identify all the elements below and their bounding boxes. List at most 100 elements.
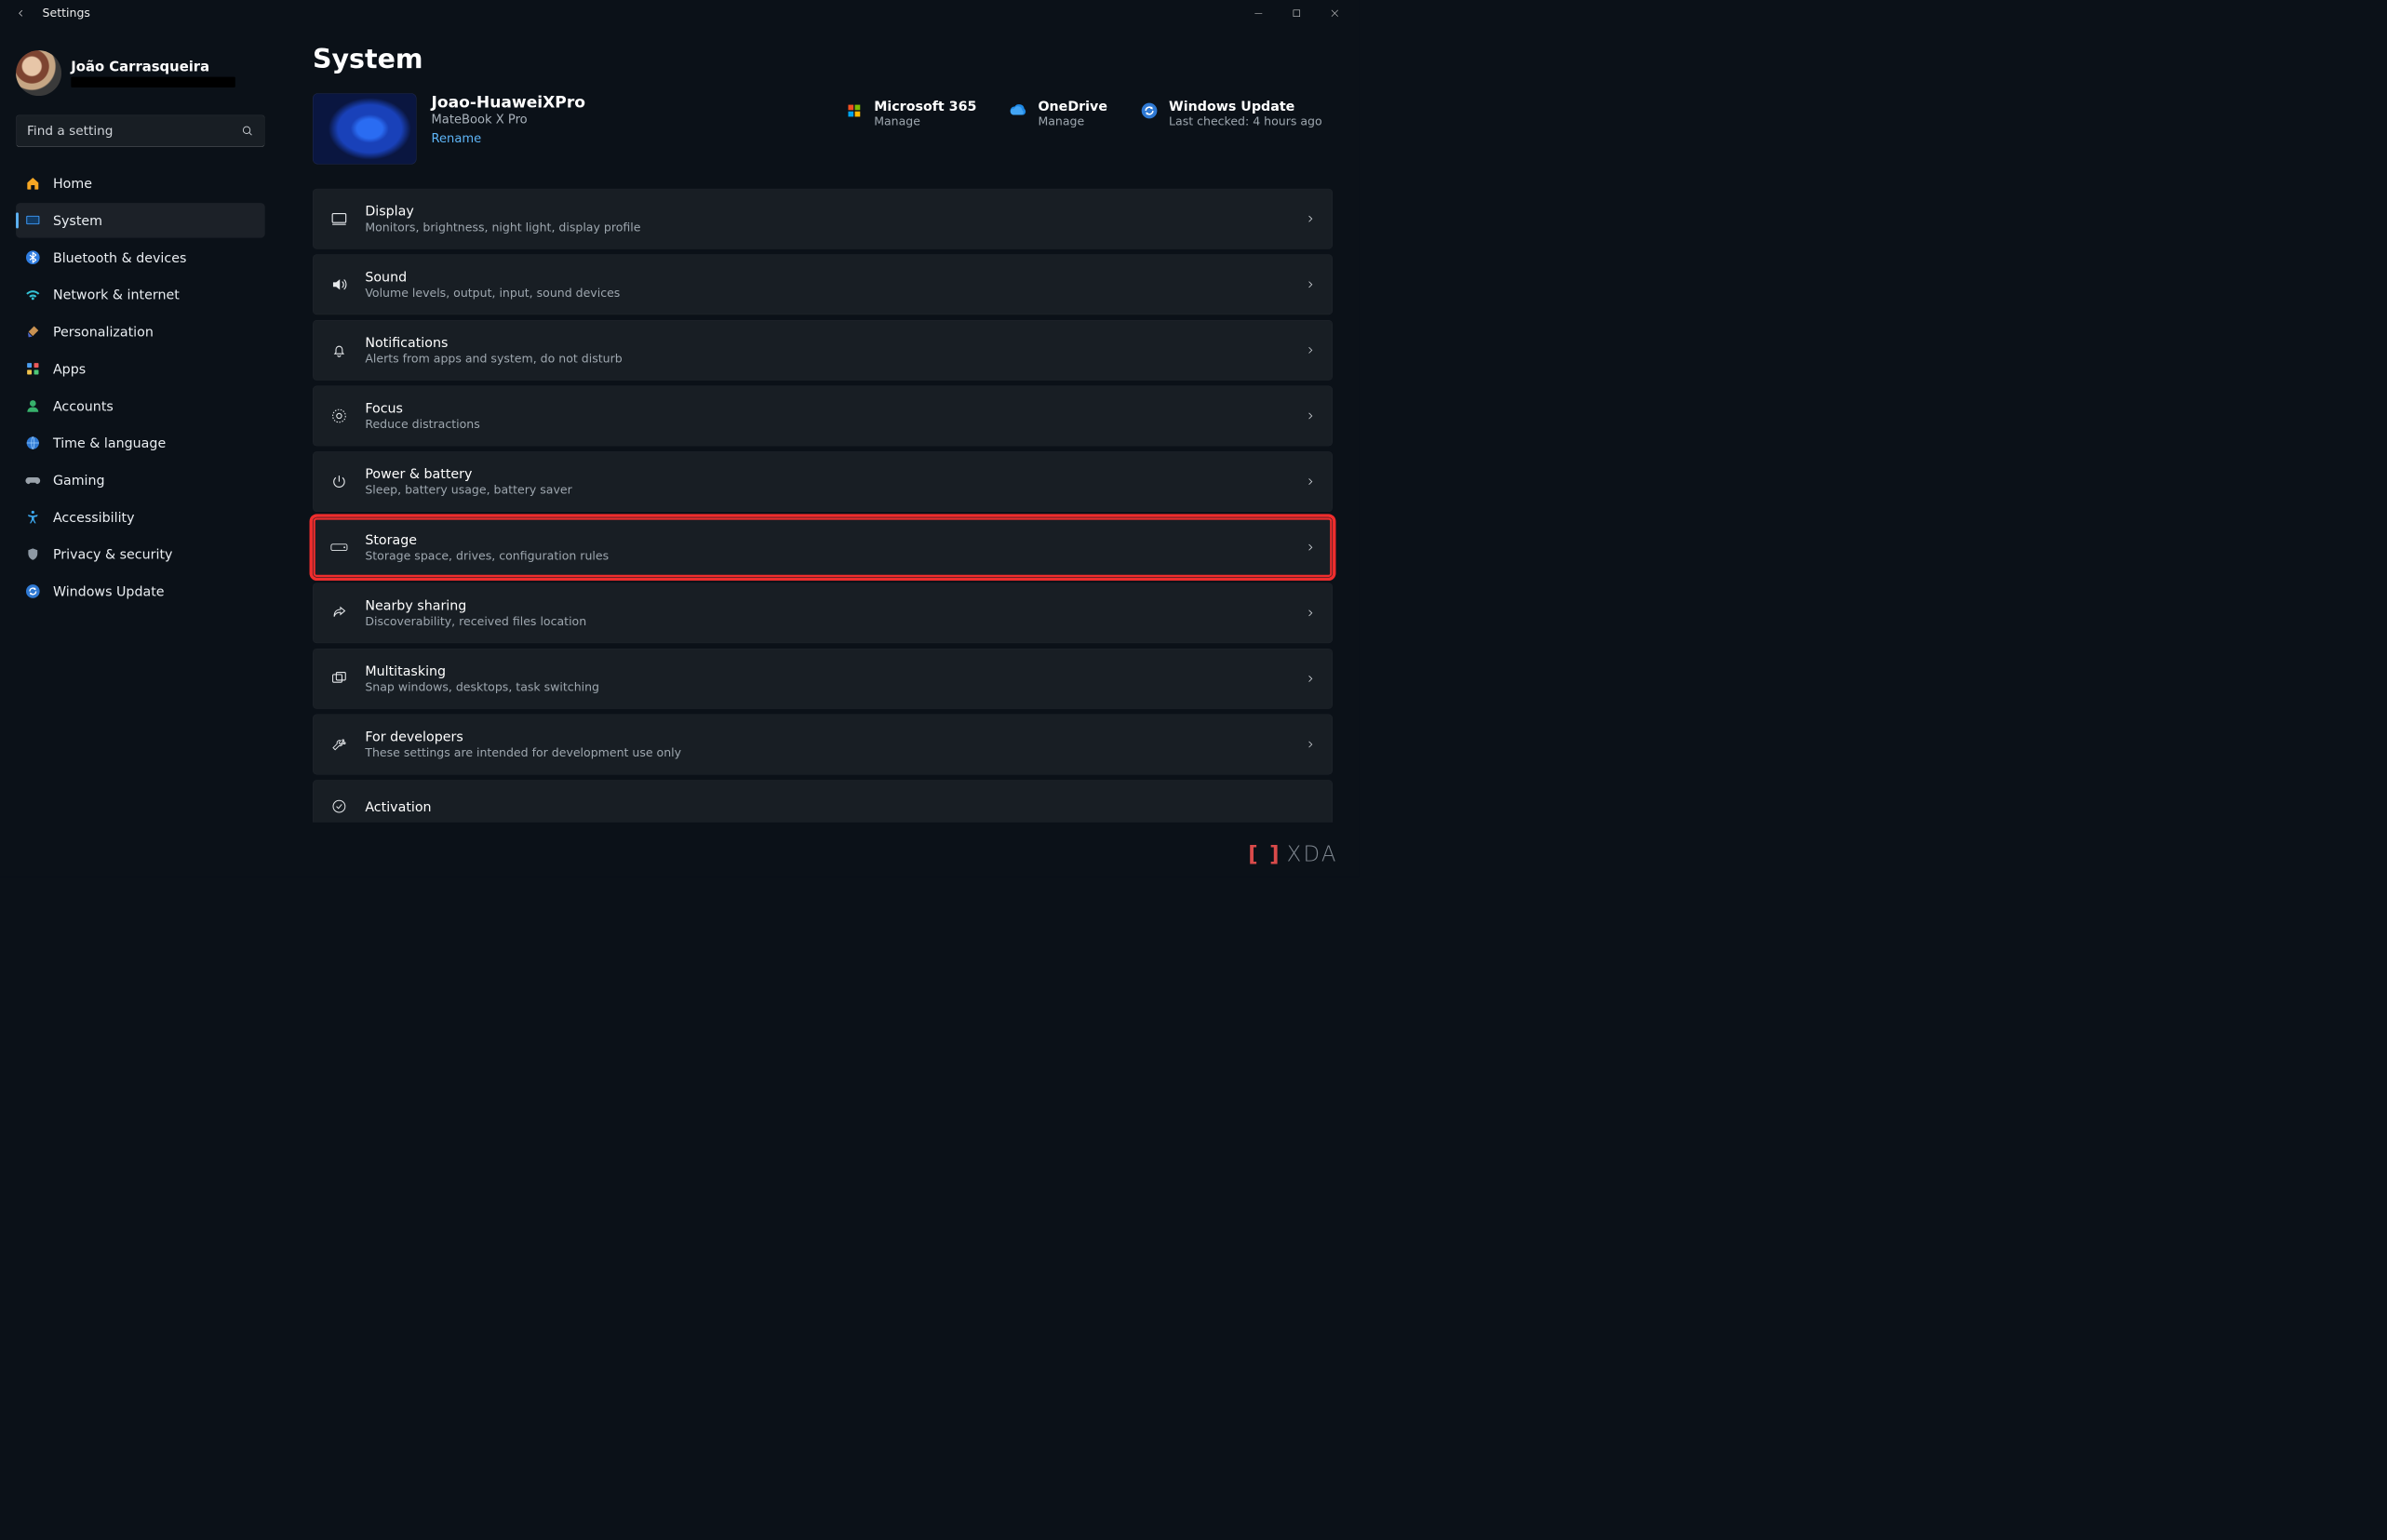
user-email-redacted: [71, 77, 235, 87]
row-desc: Snap windows, desktops, task switching: [365, 681, 1305, 694]
sidebar-item-label: Apps: [53, 361, 86, 377]
pc-wallpaper-thumb: [313, 93, 417, 164]
row-title: Sound: [365, 269, 1305, 285]
setting-row-focus[interactable]: Focus Reduce distractions: [313, 386, 1333, 447]
row-desc: Sleep, battery usage, battery saver: [365, 484, 1305, 497]
row-title: Multitasking: [365, 663, 1305, 679]
close-button[interactable]: [1316, 0, 1354, 26]
accessibility-icon: [24, 509, 41, 526]
chevron-right-icon: [1305, 475, 1317, 488]
sidebar-item-label: Network & internet: [53, 287, 180, 302]
row-title: Focus: [365, 400, 1305, 416]
display-icon: [329, 208, 350, 229]
row-desc: Volume levels, output, input, sound devi…: [365, 287, 1305, 300]
chevron-right-icon: [1305, 344, 1317, 356]
chevron-right-icon: [1305, 213, 1317, 225]
sidebar-item-privacy[interactable]: Privacy & security: [16, 537, 265, 572]
user-block[interactable]: João Carrasqueira: [16, 50, 265, 96]
nav: Home System Bluetooth & devices Network …: [16, 166, 265, 609]
windows-update-icon: [1139, 100, 1160, 121]
search-input[interactable]: [27, 124, 241, 139]
user-name: João Carrasqueira: [71, 59, 235, 74]
maximize-icon: [1293, 9, 1301, 18]
pc-info: Joao-HuaweiXPro MateBook X Pro Rename: [431, 93, 584, 145]
row-title: Power & battery: [365, 466, 1305, 482]
rename-link[interactable]: Rename: [431, 132, 481, 146]
sidebar-item-label: Home: [53, 176, 92, 192]
sidebar-item-network[interactable]: Network & internet: [16, 277, 265, 313]
setting-row-activation[interactable]: Activation: [313, 780, 1333, 823]
row-desc: Monitors, brightness, night light, displ…: [365, 221, 1305, 234]
pc-model: MateBook X Pro: [431, 113, 584, 127]
arrow-left-icon: [16, 7, 28, 20]
update-icon: [24, 583, 41, 599]
back-button[interactable]: [10, 3, 32, 24]
onedrive-icon: [1009, 100, 1029, 121]
power-icon: [329, 472, 350, 492]
quick-card-sub: Manage: [1038, 115, 1107, 128]
sidebar-item-system[interactable]: System: [16, 203, 265, 238]
sidebar-item-accounts[interactable]: Accounts: [16, 388, 265, 423]
sidebar-item-label: Accessibility: [53, 509, 135, 525]
globe-clock-icon: [24, 435, 41, 451]
maximize-button[interactable]: [1278, 0, 1316, 26]
setting-row-notifications[interactable]: NotificationsAlerts from apps and system…: [313, 320, 1333, 381]
quick-card-onedrive[interactable]: OneDriveManage: [1009, 99, 1107, 128]
row-desc: Reduce distractions: [365, 418, 1305, 431]
quick-card-m365[interactable]: Microsoft 365Manage: [844, 99, 976, 128]
row-title: Activation: [365, 798, 1316, 814]
sidebar-item-personalization[interactable]: Personalization: [16, 315, 265, 350]
focus-icon: [329, 406, 350, 426]
gamepad-icon: [24, 472, 41, 489]
sidebar-item-apps[interactable]: Apps: [16, 352, 265, 387]
share-icon: [329, 603, 350, 623]
check-circle-icon: [329, 797, 350, 817]
row-desc: Storage space, drives, configuration rul…: [365, 549, 1305, 562]
row-desc: Discoverability, received files location: [365, 615, 1305, 628]
sidebar-item-label: Personalization: [53, 324, 154, 340]
setting-row-sound[interactable]: Sound Volume levels, output, input, sound…: [313, 254, 1333, 315]
setting-row-nearby-sharing[interactable]: Nearby sharingDiscoverability, received …: [313, 583, 1333, 643]
window-title: Settings: [43, 7, 90, 20]
sidebar-item-accessibility[interactable]: Accessibility: [16, 500, 265, 535]
wifi-icon: [24, 286, 41, 302]
shield-icon: [24, 545, 41, 562]
quick-card-title: Microsoft 365: [874, 99, 976, 114]
setting-row-storage[interactable]: StorageStorage space, drives, configurat…: [313, 517, 1333, 578]
sidebar-item-label: Gaming: [53, 473, 105, 489]
quick-card-windows-update[interactable]: Windows UpdateLast checked: 4 hours ago: [1139, 99, 1321, 128]
user-texts: João Carrasqueira: [71, 59, 235, 87]
multitasking-icon: [329, 669, 350, 690]
quick-card-sub: Last checked: 4 hours ago: [1169, 115, 1322, 128]
main: System Joao-HuaweiXPro MateBook X Pro Re…: [281, 26, 1360, 877]
sidebar-item-label: Accounts: [53, 398, 114, 414]
chevron-right-icon: [1305, 673, 1317, 685]
paintbrush-icon: [24, 323, 41, 340]
sidebar-item-windows-update[interactable]: Windows Update: [16, 574, 265, 609]
chevron-right-icon: [1305, 542, 1317, 554]
bluetooth-icon: [24, 249, 41, 266]
sidebar-item-home[interactable]: Home: [16, 166, 265, 201]
row-title: For developers: [365, 729, 1305, 744]
sidebar-item-gaming[interactable]: Gaming: [16, 462, 265, 498]
sidebar-item-bluetooth[interactable]: Bluetooth & devices: [16, 240, 265, 275]
sidebar-item-label: Bluetooth & devices: [53, 249, 186, 265]
chevron-right-icon: [1305, 608, 1317, 620]
setting-row-multitasking[interactable]: Multitasking Snap windows, desktops, task…: [313, 649, 1333, 709]
sidebar-item-label: Time & language: [53, 435, 166, 451]
sound-icon: [329, 275, 350, 295]
sidebar-item-label: Windows Update: [53, 583, 165, 599]
chevron-right-icon: [1305, 279, 1317, 291]
close-icon: [1330, 8, 1339, 18]
person-icon: [24, 397, 41, 414]
sidebar-item-label: System: [53, 213, 102, 229]
sidebar-item-time-language[interactable]: Time & language: [16, 425, 265, 461]
page-title: System: [313, 44, 1338, 74]
search-box[interactable]: [16, 115, 265, 147]
sidebar: João Carrasqueira Home System Bluetooth …: [0, 26, 281, 877]
bell-icon: [329, 341, 350, 361]
setting-row-display[interactable]: DisplayMonitors, brightness, night light…: [313, 189, 1333, 249]
minimize-button[interactable]: [1240, 0, 1278, 26]
setting-row-for-developers[interactable]: For developersThese settings are intende…: [313, 715, 1333, 775]
setting-row-power[interactable]: Power & battery Sleep, battery usage, bat…: [313, 451, 1333, 512]
